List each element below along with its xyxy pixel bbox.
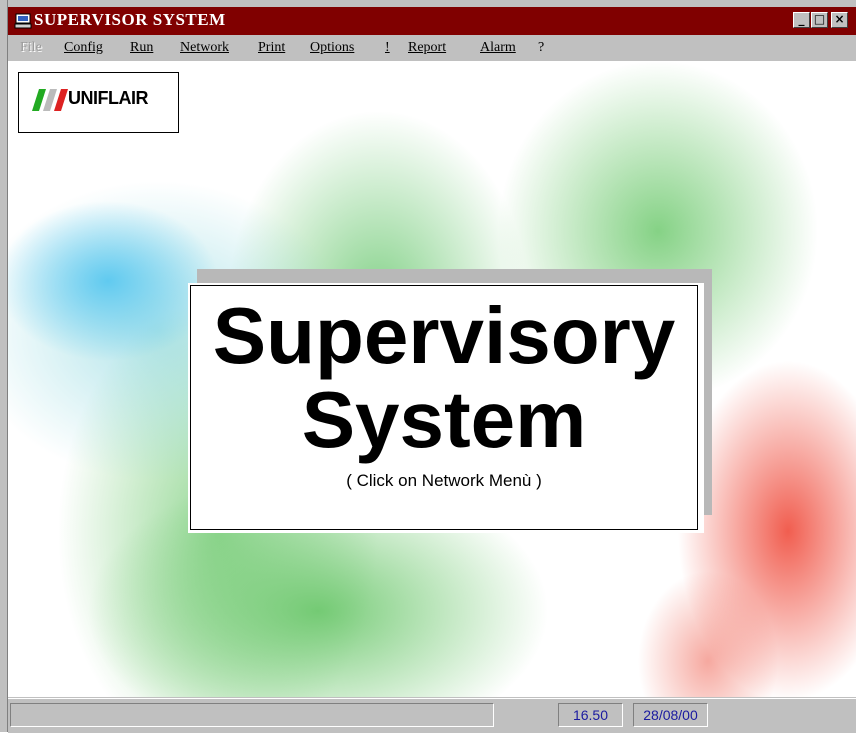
- menu-network[interactable]: Network: [180, 40, 229, 56]
- status-message: [10, 703, 494, 727]
- logo-text: UNIFLAIR: [68, 88, 149, 108]
- menu-run-label: Run: [130, 40, 154, 55]
- status-date: 28/08/00: [633, 703, 708, 727]
- status-time: 16.50: [558, 703, 623, 727]
- menu-network-label: Network: [180, 40, 229, 55]
- menu-run[interactable]: Run: [130, 40, 153, 56]
- menu-report[interactable]: Report: [408, 40, 446, 56]
- menu-options[interactable]: Options: [310, 40, 354, 56]
- application-window: SUPERVISOR SYSTEM _ □ × File Config Run …: [0, 0, 856, 733]
- menu-print-label: Print: [258, 40, 286, 55]
- menu-bar: File Config Run Network Print Options ! …: [8, 36, 856, 60]
- menu-file[interactable]: File: [20, 40, 42, 56]
- menu-exclamation-label: !: [385, 40, 390, 55]
- minimize-button[interactable]: _: [793, 12, 810, 28]
- menu-alarm-label: Alarm: [480, 40, 516, 55]
- splash-title-line1: Supervisory: [212, 291, 676, 380]
- menu-exclamation[interactable]: !: [385, 40, 390, 56]
- title-bar[interactable]: SUPERVISOR SYSTEM _ □ ×: [8, 7, 856, 35]
- menu-config-label: Config: [64, 40, 103, 55]
- menu-options-label: Options: [310, 40, 355, 55]
- menu-alarm[interactable]: Alarm: [480, 40, 516, 56]
- status-bar: 16.50 28/08/00: [8, 698, 856, 733]
- computer-icon[interactable]: [14, 13, 32, 29]
- splash-hint: ( Click on Network Menù ): [346, 471, 542, 490]
- window-title: SUPERVISOR SYSTEM: [34, 10, 226, 29]
- uniflair-logo-mark-icon: [32, 89, 68, 111]
- close-button[interactable]: ×: [831, 12, 848, 28]
- main-workspace: UNIFLAIR Supervisory System ( Click on N…: [8, 61, 856, 697]
- window-left-border: [0, 0, 8, 732]
- menu-report-label: Report: [408, 40, 447, 55]
- splash-title-line2: System: [301, 375, 587, 464]
- menu-help[interactable]: ?: [538, 40, 544, 56]
- uniflair-logo: UNIFLAIR: [18, 72, 179, 133]
- maximize-button[interactable]: □: [811, 12, 828, 28]
- splash-panel: Supervisory System ( Click on Network Me…: [190, 285, 698, 530]
- menu-config[interactable]: Config: [64, 40, 103, 56]
- menu-print[interactable]: Print: [258, 40, 285, 56]
